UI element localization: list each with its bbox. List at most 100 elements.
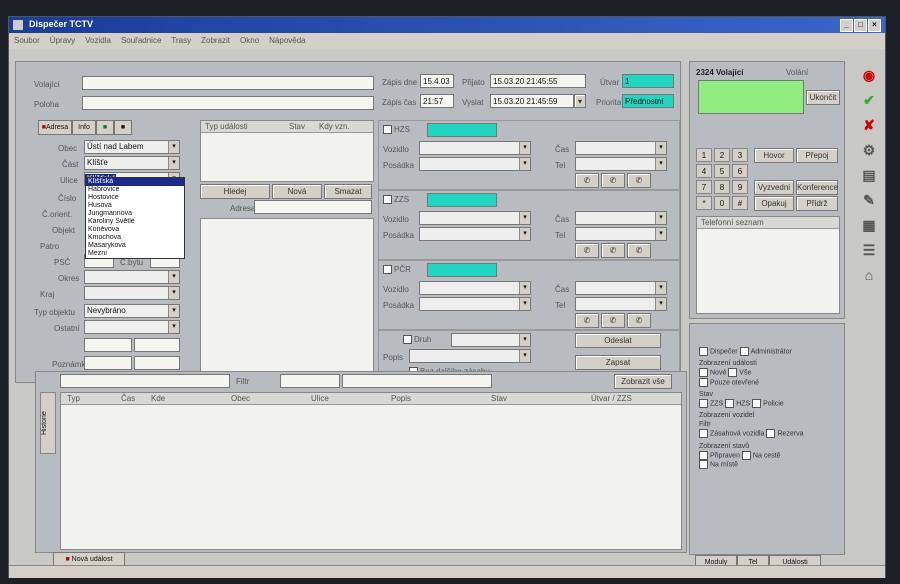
opt-dispatcher-radio[interactable] [699,347,708,356]
save-button[interactable]: Zapsat [575,355,661,370]
end-call-button[interactable]: Ukončit [806,90,840,105]
hzs-vehicle-select[interactable]: ▾ [419,141,531,155]
note-input-2[interactable] [134,356,180,370]
key-1[interactable]: 1 [696,148,712,162]
pcr-time-select[interactable]: ▾ [575,281,667,295]
prio-input[interactable]: Přednostní [622,94,674,108]
send-button[interactable]: Odeslat [575,333,661,348]
call-button[interactable]: Hovor [754,148,794,163]
print-icon[interactable]: ▤ [858,167,880,189]
pickup-button[interactable]: Vyzvedni [754,180,794,195]
menu-upravy[interactable]: Úpravy [45,33,80,48]
opt-open-check[interactable] [699,377,708,387]
key-7[interactable]: 7 [696,180,712,194]
col-kde[interactable]: Kde [151,393,165,404]
key-2[interactable]: 2 [714,148,730,162]
date1-input[interactable]: 15.4.03 [420,74,454,88]
unit-input[interactable]: 1 [622,74,674,88]
opt-onway-check[interactable] [741,450,751,460]
alarm-icon[interactable]: ◉ [858,67,880,89]
opt-admin-radio[interactable] [739,347,749,356]
pcr-vehicle-select[interactable]: ▾ [419,281,531,295]
delete-button[interactable]: Smazat [324,184,372,199]
to-dropdown-button[interactable]: ▾ [574,94,586,108]
events-filter-2[interactable] [280,374,340,388]
address-list[interactable] [200,218,374,380]
maximize-icon[interactable]: □ [854,19,867,32]
other-select[interactable]: ▾ [84,320,180,334]
list-icon[interactable]: ☰ [858,242,880,264]
hzs-phone2-icon[interactable]: ✆ [601,173,625,188]
obec-select[interactable]: Ústí nad Labem ▾ [84,140,180,154]
events-filter-3[interactable] [342,374,492,388]
dropdown-item[interactable]: Masarykova [86,242,184,250]
opt-all-check[interactable] [728,368,738,378]
dropdown-item[interactable]: Jungmannova [86,210,184,218]
zzs-crew-select[interactable]: ▾ [419,227,531,241]
key-4[interactable]: 4 [696,164,712,178]
pcr-crew-select[interactable]: ▾ [419,297,531,311]
zzs-phone2-icon[interactable]: ✆ [601,243,625,258]
opt-action-vehicles-check[interactable] [699,429,708,439]
pcr-phone2-icon[interactable]: ✆ [601,313,625,328]
col-popis[interactable]: Popis [391,393,411,404]
key-star[interactable]: * [696,196,712,210]
district-select[interactable]: ▾ [84,270,180,284]
menu-trasy[interactable]: Trasy [166,33,196,48]
transfer-button[interactable]: Přepoj [796,148,838,163]
pcr-phone-icon[interactable]: ✆ [575,313,599,328]
hold-button[interactable]: Přidrž [796,196,838,211]
from-input[interactable]: 15.03.20 21:45:55 [490,74,586,88]
phone-book-list[interactable]: Telefonní seznam [696,216,840,314]
tab-address[interactable]: ■Adresa [38,120,72,135]
dropdown-item[interactable]: Husova [86,202,184,210]
key-5[interactable]: 5 [714,164,730,178]
dropdown-item[interactable]: Klíšťská [86,178,184,186]
col-state[interactable]: Stav [289,121,305,132]
extra-input-2[interactable] [134,338,180,352]
date2-input[interactable]: 21:57 [420,94,454,108]
zzs-phone-icon[interactable]: ✆ [575,243,599,258]
history-side-tab[interactable]: Historie [40,392,56,454]
opt-new-check[interactable] [699,368,708,378]
hzs-phone3-icon[interactable]: ✆ [627,173,651,188]
events-filter-input[interactable] [60,374,230,388]
dropdown-item[interactable]: Koněvova [86,226,184,234]
key-9[interactable]: 9 [732,180,748,194]
col-typ[interactable]: Typ [67,393,80,404]
opt-onsite-check[interactable] [699,460,708,470]
col-utvar[interactable]: Útvar / ZZS [591,393,632,404]
pcr-phone3-icon[interactable]: ✆ [627,313,651,328]
menu-souradnice[interactable]: Souřadnice [116,33,166,48]
search-button[interactable]: Hledej [200,184,270,199]
confirm-icon[interactable]: ✔ [858,92,880,114]
close-icon[interactable]: × [868,19,881,32]
tab-x[interactable]: ■ [114,120,132,135]
cancel-icon[interactable]: ✘ [858,117,880,139]
part-select[interactable]: Klíšťe ▾ [84,156,180,170]
key-0[interactable]: 0 [714,196,730,210]
desc-select[interactable]: ▾ [409,349,531,363]
opt-police-check[interactable] [752,399,762,409]
redial-button[interactable]: Opakuj [754,196,794,211]
kind-select[interactable]: ▾ [451,333,531,347]
dropdown-item[interactable]: Mezní [86,250,184,258]
lock-icon[interactable]: ⌂ [858,267,880,289]
new-button[interactable]: Nová [272,184,322,199]
region-select[interactable]: ▾ [84,286,180,300]
col-ulice[interactable]: Ulice [311,393,329,404]
location-input[interactable] [82,96,374,110]
settings-icon[interactable]: ⚙ [858,142,880,164]
pcr-tel-select[interactable]: ▾ [575,297,667,311]
menu-okno[interactable]: Okno [235,33,264,48]
key-6[interactable]: 6 [732,164,748,178]
hzs-time-select[interactable]: ▾ [575,141,667,155]
show-all-button[interactable]: Zobrazit vše [614,374,672,389]
col-stav[interactable]: Stav [491,393,507,404]
dropdown-item[interactable]: Kmochova [86,234,184,242]
opt-zzs-check[interactable] [699,399,708,409]
events-table[interactable]: Typ Čas Kde Obec Ulice Popis Stav Útvar … [60,392,682,550]
type-select[interactable]: Nevybráno ▾ [84,304,180,318]
col-obec[interactable]: Obec [231,393,250,404]
key-3[interactable]: 3 [732,148,748,162]
